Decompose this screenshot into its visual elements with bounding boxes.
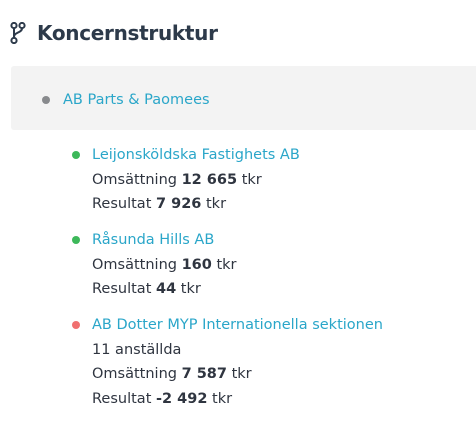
status-dot bbox=[72, 236, 80, 244]
result-line: Resultat 7 926 tkr bbox=[92, 196, 227, 212]
subsidiary-link[interactable]: Råsunda Hills AB bbox=[92, 232, 214, 248]
result-value: 7 926 bbox=[155, 196, 202, 212]
result-value: -2 492 bbox=[155, 390, 208, 407]
revenue-line: Omsättning 160 tkr bbox=[92, 256, 237, 273]
result-line: Resultat 44 tkr bbox=[92, 281, 201, 297]
status-dot bbox=[72, 321, 80, 329]
status-dot bbox=[72, 151, 80, 159]
branch-icon bbox=[9, 21, 27, 45]
status-dot bbox=[42, 96, 50, 104]
subsidiary-link[interactable]: AB Dotter MYP Internationella sektionen bbox=[92, 317, 383, 333]
employees-line: 11 anställda bbox=[92, 341, 182, 358]
section-header: Koncernstruktur bbox=[9, 18, 218, 48]
result-value: 44 bbox=[155, 281, 177, 297]
revenue-line: Omsättning 7 587 tkr bbox=[92, 366, 252, 382]
page-title: Koncernstruktur bbox=[37, 21, 218, 45]
revenue-value: 7 587 bbox=[181, 366, 227, 382]
revenue-line: Omsättning 12 665 tkr bbox=[92, 171, 262, 188]
parent-company-row: AB Parts & Paomees bbox=[11, 66, 476, 130]
revenue-value: 12 665 bbox=[181, 171, 238, 188]
subsidiary-link[interactable]: Leijonsköldska Fastighets AB bbox=[92, 147, 300, 163]
result-line: Resultat -2 492 tkr bbox=[92, 390, 233, 407]
revenue-value: 160 bbox=[181, 256, 212, 273]
parent-company-link[interactable]: AB Parts & Paomees bbox=[63, 90, 210, 110]
